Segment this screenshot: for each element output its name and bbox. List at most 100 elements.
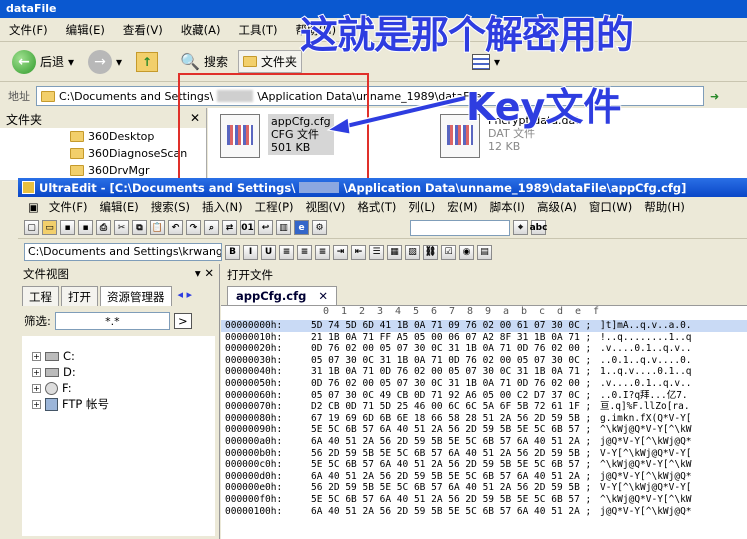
expand-icon[interactable]: +: [32, 383, 41, 393]
menu-view[interactable]: 查看(V): [114, 22, 172, 38]
table-icon[interactable]: ▦: [387, 244, 402, 260]
tool-icon[interactable]: ⚙: [312, 220, 327, 235]
menu-favorites[interactable]: 收藏(A): [172, 22, 230, 38]
ue-menu-file[interactable]: 文件(F): [43, 199, 94, 215]
hex-mode-icon[interactable]: 01: [240, 220, 255, 235]
form-icon[interactable]: ▤: [477, 244, 492, 260]
tree-item-360diagnosescan[interactable]: 360DiagnoseScan: [0, 145, 206, 162]
expand-icon[interactable]: +: [32, 351, 41, 361]
ue-menu-column[interactable]: 列(L): [402, 199, 441, 215]
ue-menu-insert[interactable]: 插入(N): [196, 199, 249, 215]
ue-menu-format[interactable]: 格式(T): [351, 199, 402, 215]
ue-menu-script[interactable]: 脚本(I): [484, 199, 531, 215]
hex-row[interactable]: 00000070h: D2 CB 0D 71 5D 25 46 00 6C 6C …: [221, 401, 747, 413]
hex-row[interactable]: 00000030h: 05 07 30 0C 31 1B 0A 71 0D 76 …: [221, 355, 747, 367]
hex-row[interactable]: 000000d0h: 6A 40 51 2A 56 2D 59 5B 5E 5C …: [221, 471, 747, 483]
go-arrow-icon[interactable]: ➜: [710, 90, 719, 103]
ue-menu-help[interactable]: 帮助(H): [638, 199, 691, 215]
link-icon[interactable]: ⛓: [423, 244, 438, 260]
replace-icon[interactable]: ⇄: [222, 220, 237, 235]
paste-icon[interactable]: 📋: [150, 220, 165, 235]
browser-icon[interactable]: e: [294, 220, 309, 235]
column-mode-icon[interactable]: ▥: [276, 220, 291, 235]
list-icon[interactable]: ☰: [369, 244, 384, 260]
hex-bytes: 6A 40 51 2A 56 2D 59 5B 5E 5C 6B 57 6A 4…: [311, 435, 592, 447]
hex-offset: 00000080h:: [225, 412, 283, 424]
ue-menu-window[interactable]: 窗口(W): [583, 199, 638, 215]
hex-row[interactable]: 00000050h: 0D 76 02 00 05 07 30 0C 31 1B …: [221, 378, 747, 390]
menu-tools[interactable]: 工具(T): [230, 22, 287, 38]
hex-row[interactable]: 00000000h: 5D 74 5D 6D 41 1B 0A 71 09 76 …: [221, 320, 747, 332]
expand-icon[interactable]: +: [32, 399, 41, 409]
radio-icon[interactable]: ◉: [459, 244, 474, 260]
cut-icon[interactable]: ✂: [114, 220, 129, 235]
path-combo[interactable]: C:\Documents and Settings\krwang\A: [24, 243, 222, 261]
find-icon[interactable]: ⌕: [204, 220, 219, 235]
hex-row[interactable]: 000000e0h: 56 2D 59 5B 5E 5C 6B 57 6A 40 …: [221, 482, 747, 494]
drive-c[interactable]: + C:: [22, 348, 215, 364]
indent-icon[interactable]: ⇥: [333, 244, 348, 260]
back-button[interactable]: ← 后退 ▾: [8, 48, 78, 76]
ue-menu-project[interactable]: 工程(P): [249, 199, 300, 215]
spell-check-icon[interactable]: abc: [530, 220, 547, 235]
close-icon[interactable]: ✕: [318, 289, 328, 303]
menu-edit[interactable]: 编辑(E): [57, 22, 114, 38]
redo-icon[interactable]: ↷: [186, 220, 201, 235]
find-combo[interactable]: [410, 219, 510, 236]
save-icon[interactable]: ▪: [60, 220, 75, 235]
ue-menu-macro[interactable]: 宏(M): [441, 199, 483, 215]
checkbox-icon[interactable]: ☑: [441, 244, 456, 260]
search-button[interactable]: 🔍 搜索: [176, 50, 232, 73]
underline-icon[interactable]: U: [261, 244, 276, 260]
copy-icon[interactable]: ⧉: [132, 220, 147, 235]
tab-project[interactable]: 工程: [22, 286, 59, 306]
hex-row[interactable]: 00000040h: 31 1B 0A 71 0D 76 02 00 05 07 …: [221, 366, 747, 378]
expand-icon[interactable]: +: [32, 367, 41, 377]
print-icon[interactable]: ⎙: [96, 220, 111, 235]
ue-menu-advanced[interactable]: 高级(A): [531, 199, 583, 215]
hex-view[interactable]: 00000000h: 5D 74 5D 6D 41 1B 0A 71 09 76 …: [221, 320, 747, 517]
hex-row[interactable]: 000000a0h: 6A 40 51 2A 56 2D 59 5B 5E 5C …: [221, 436, 747, 448]
tab-explorer[interactable]: 资源管理器: [100, 286, 172, 306]
binoculars-icon[interactable]: ⌖: [513, 220, 528, 235]
drive-f[interactable]: + F:: [22, 380, 215, 396]
tree-item-360desktop[interactable]: 360Desktop: [0, 128, 206, 145]
folders-button[interactable]: 文件夹: [238, 50, 303, 73]
hex-row[interactable]: 00000100h: 6A 40 51 2A 56 2D 59 5B 5E 5C …: [221, 506, 747, 518]
tree-item-360drvmgr[interactable]: 360DrvMgr: [0, 162, 206, 179]
outdent-icon[interactable]: ⇤: [351, 244, 366, 260]
drive-d[interactable]: + D:: [22, 364, 215, 380]
doc-tab-appcfg[interactable]: appCfg.cfg ✕: [227, 286, 337, 305]
image-icon[interactable]: ▨: [405, 244, 420, 260]
hex-row[interactable]: 000000c0h: 5E 5C 6B 57 6A 40 51 2A 56 2D …: [221, 459, 747, 471]
hex-row[interactable]: 00000080h: 67 19 69 6D 6B 6E 18 66 58 28 …: [221, 413, 747, 425]
ue-menu-search[interactable]: 搜索(S): [145, 199, 196, 215]
menu-file[interactable]: 文件(F): [0, 22, 57, 38]
hex-row[interactable]: 000000b0h: 56 2D 59 5B 5E 5C 6B 57 6A 40 …: [221, 448, 747, 460]
undo-icon[interactable]: ↶: [168, 220, 183, 235]
align-right-icon[interactable]: ≡: [315, 244, 330, 260]
align-center-icon[interactable]: ≡: [297, 244, 312, 260]
hex-row[interactable]: 00000010h: 21 1B 0A 71 FF A5 05 00 06 07 …: [221, 332, 747, 344]
tab-open[interactable]: 打开: [61, 286, 98, 306]
file-view-controls[interactable]: ▾ ✕: [195, 266, 214, 280]
ue-menu-view[interactable]: 视图(V): [300, 199, 352, 215]
save-all-icon[interactable]: ▪: [78, 220, 93, 235]
tab-scroll-arrows[interactable]: ◂ ▸: [174, 286, 197, 306]
filter-go-button[interactable]: >: [173, 313, 192, 329]
filter-input[interactable]: *.*: [54, 312, 170, 330]
open-folder-icon[interactable]: ▭: [42, 220, 57, 235]
up-folder-button[interactable]: ↑: [132, 50, 162, 74]
hex-row[interactable]: 00000060h: 05 07 30 0C 49 CB 0D 71 92 A6 …: [221, 390, 747, 402]
italic-icon[interactable]: I: [243, 244, 258, 260]
ue-menu-edit[interactable]: 编辑(E): [93, 199, 144, 215]
new-file-icon[interactable]: ▢: [24, 220, 39, 235]
hex-row[interactable]: 00000020h: 0D 76 02 00 05 07 30 0C 31 1B …: [221, 343, 747, 355]
ftp-accounts[interactable]: + FTP 帐号: [22, 396, 215, 412]
wrap-icon[interactable]: ↩: [258, 220, 273, 235]
hex-row[interactable]: 00000090h: 5E 5C 6B 57 6A 40 51 2A 56 2D …: [221, 424, 747, 436]
forward-button[interactable]: → ▾: [84, 48, 126, 76]
align-left-icon[interactable]: ≡: [279, 244, 294, 260]
hex-row[interactable]: 000000f0h: 5E 5C 6B 57 6A 40 51 2A 56 2D …: [221, 494, 747, 506]
bold-icon[interactable]: B: [225, 244, 240, 260]
